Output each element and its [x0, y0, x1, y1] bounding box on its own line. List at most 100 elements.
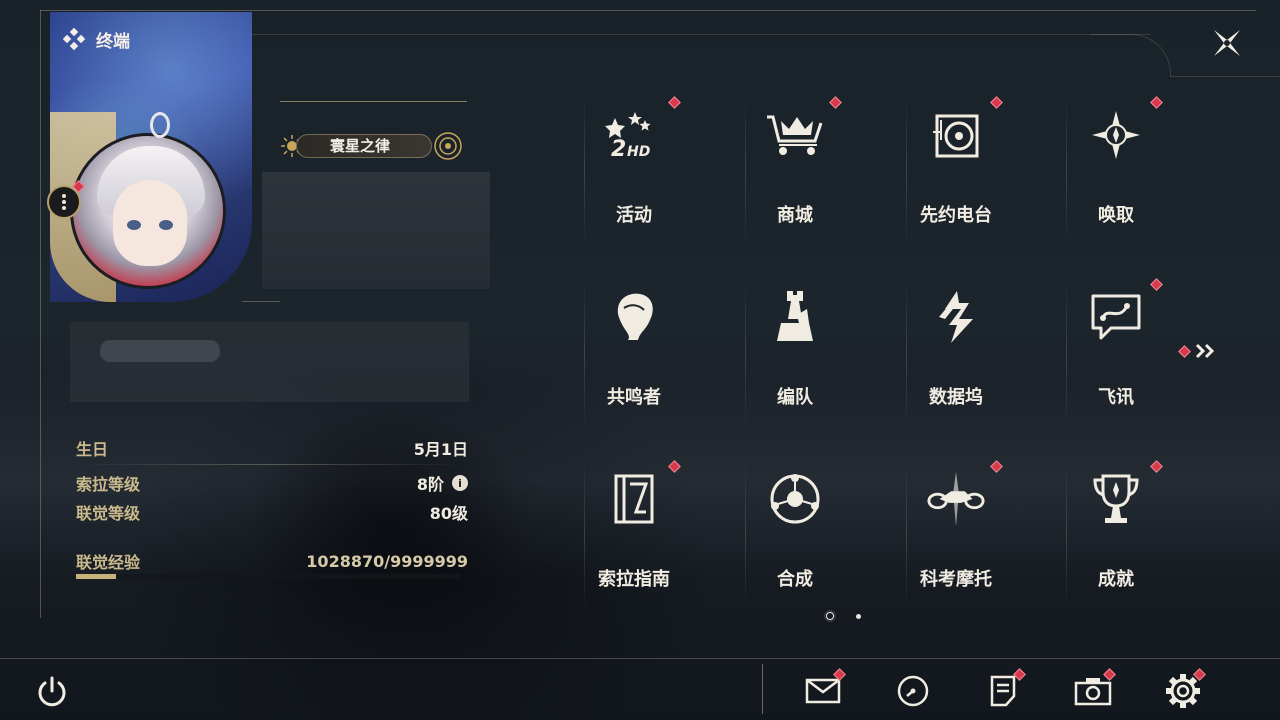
menu-item-achievements[interactable]: 成就	[1066, 459, 1178, 611]
camera-icon	[1074, 678, 1112, 706]
redacted-name-area	[262, 172, 490, 289]
window-title: 终端	[62, 27, 130, 52]
union-exp-label: 联觉经验	[76, 553, 141, 572]
page-indicator	[826, 612, 861, 620]
camera-button[interactable]	[1073, 668, 1116, 710]
mail-button[interactable]	[803, 668, 846, 710]
clock-icon	[897, 675, 929, 707]
frame-line-inner	[250, 34, 1150, 35]
stat-divider	[76, 464, 468, 465]
menu-label: 编队	[777, 387, 813, 408]
terminal-diamond-icon	[62, 27, 86, 50]
profile-more-button[interactable]	[47, 185, 81, 219]
menu-label: 索拉指南	[598, 569, 670, 590]
avatar-eye	[127, 220, 141, 230]
menu-label: 商城	[777, 205, 813, 226]
menu-item-team[interactable]: 编队	[745, 277, 857, 429]
power-icon	[38, 676, 66, 707]
settings-gear-icon	[1166, 674, 1200, 708]
notice-icon	[990, 675, 1016, 707]
union-exp-value: 1028870/9999999	[306, 551, 468, 571]
page-dot[interactable]	[856, 613, 861, 619]
synthesis-ring-icon	[765, 469, 825, 529]
menu-item-synthesis[interactable]: 合成	[745, 459, 857, 611]
menu-item-radio[interactable]: 先约电台	[906, 95, 1018, 247]
double-chevron-right-icon	[1195, 343, 1215, 359]
menu-label: 唤取	[1098, 205, 1134, 226]
more-vertical-icon	[62, 194, 66, 210]
stat-birthday: 生日 5月1日	[76, 437, 468, 459]
avatar-face	[113, 180, 187, 266]
chess-pieces-icon	[765, 287, 825, 347]
notice-button[interactable]	[983, 668, 1026, 710]
union-exp-bar	[76, 574, 460, 579]
menu-label: 飞讯	[1098, 387, 1134, 408]
notification-dot	[990, 96, 1003, 109]
menu-item-motorbike[interactable]: 科考摩托	[906, 459, 1018, 611]
frame-corner-curve	[1090, 34, 1171, 77]
notification-dot	[829, 96, 842, 109]
mail-icon	[805, 678, 841, 704]
avatar[interactable]	[70, 133, 226, 289]
radio-turntable-icon	[926, 105, 986, 165]
next-page-button[interactable]	[1178, 340, 1224, 362]
close-icon	[1214, 30, 1240, 56]
power-button[interactable]	[34, 674, 70, 710]
info-icon[interactable]: i	[452, 475, 468, 491]
settings-button[interactable]	[1163, 668, 1206, 710]
union-exp-bar-fill	[76, 574, 116, 579]
guidebook-icon	[604, 469, 664, 529]
close-button[interactable]	[1208, 24, 1246, 62]
svg-text:2: 2	[611, 137, 626, 162]
badge-orb-icon	[434, 132, 462, 160]
menu-label: 先约电台	[920, 205, 992, 226]
menu-label: 成就	[1098, 569, 1134, 590]
stat-sola-level: 索拉等级 8阶 i	[76, 472, 468, 494]
menu-item-sola-guide[interactable]: 索拉指南	[584, 459, 696, 611]
menu-item-data-dock[interactable]: 数据坞	[906, 277, 1018, 429]
clock-button[interactable]	[893, 672, 933, 710]
bottom-bar-divider	[762, 664, 763, 714]
sola-level-label: 索拉等级	[76, 475, 141, 494]
notification-dot	[1150, 460, 1163, 473]
notification-dot	[668, 96, 681, 109]
stat-union-exp: 联觉经验 1028870/9999999	[76, 550, 468, 573]
menu-item-messages[interactable]: 飞讯	[1066, 277, 1178, 429]
menu-label: 数据坞	[929, 387, 983, 408]
avatar-hair-ring	[150, 112, 170, 138]
bottom-bar-line	[0, 658, 1280, 659]
notification-dot	[668, 460, 681, 473]
notification-dot	[1150, 278, 1163, 291]
title-badge-label: 寰星之律	[329, 137, 390, 155]
birthday-label: 生日	[76, 440, 109, 459]
menu-item-shop[interactable]: 商城	[745, 95, 857, 247]
title-badge[interactable]: 寰星之律	[280, 131, 466, 161]
menu-item-convene[interactable]: 唤取	[1066, 95, 1178, 247]
window-title-text: 终端	[96, 32, 130, 52]
stat-union-level: 联觉等级 80级	[76, 501, 468, 523]
union-level-value: 80级	[429, 504, 468, 523]
menu-label: 共鸣者	[607, 387, 661, 408]
frame-line-top	[40, 10, 1256, 11]
card-underline	[242, 301, 280, 302]
menu-item-resonators[interactable]: 共鸣者	[584, 277, 696, 429]
page-dot-active[interactable]	[826, 612, 834, 620]
svg-text:HD: HD	[627, 144, 650, 160]
menu-label: 活动	[616, 205, 652, 226]
frame-line-left	[40, 10, 41, 618]
redacted-signature-area	[70, 322, 469, 402]
events-2hd-icon: 2 HD	[604, 105, 664, 165]
notification-dot	[1178, 344, 1191, 358]
frame-line-right	[1170, 76, 1280, 77]
data-dock-icon	[926, 287, 986, 347]
union-level-label: 联觉等级	[76, 504, 141, 523]
trophy-icon	[1086, 469, 1146, 529]
notification-dot	[990, 460, 1003, 473]
sola-level-value: 8阶	[416, 475, 444, 494]
menu-label: 合成	[777, 569, 813, 590]
avatar-eye	[159, 220, 173, 230]
menu-item-events[interactable]: 2 HD 活动	[584, 95, 696, 247]
compass-star-icon	[1086, 105, 1146, 165]
chat-bubble-icon	[1086, 287, 1146, 347]
motorbike-icon	[926, 469, 986, 529]
